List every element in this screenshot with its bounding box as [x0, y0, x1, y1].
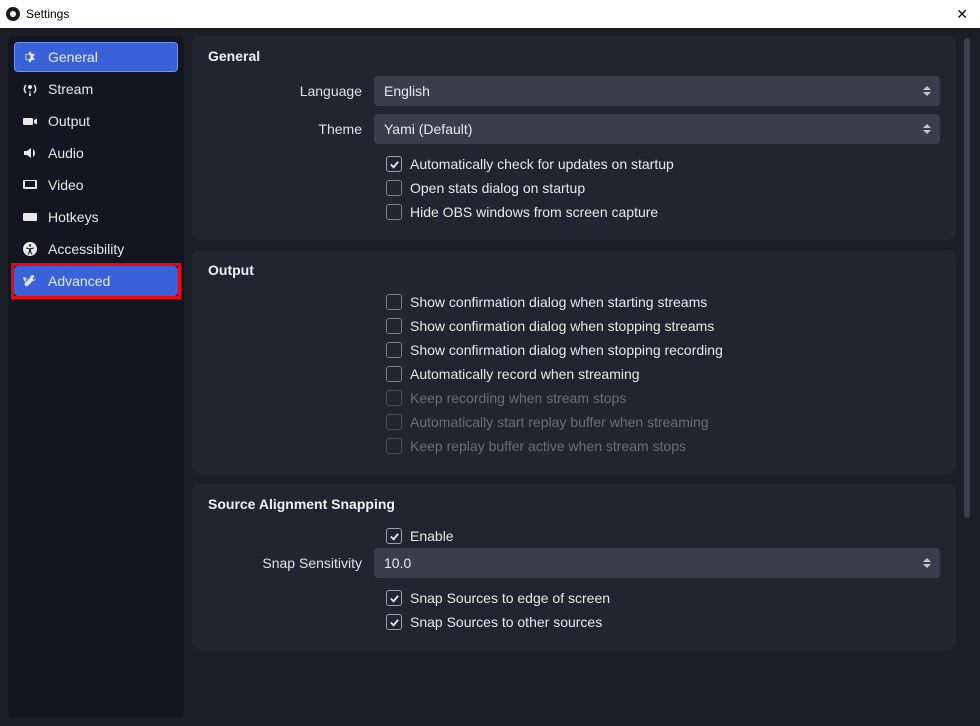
sidebar-item-hotkeys[interactable]: Hotkeys — [14, 202, 178, 232]
sidebar-item-output[interactable]: Output — [14, 106, 178, 136]
snap-enable-label: Enable — [410, 528, 454, 544]
sidebar-item-label: Accessibility — [48, 241, 124, 257]
updown-icon — [918, 558, 936, 568]
checkbox-check-updates[interactable] — [386, 156, 402, 172]
checkbox-snap-other[interactable] — [386, 614, 402, 630]
confirm-stop-recording-label: Show confirmation dialog when stopping r… — [410, 342, 723, 358]
keep-replay-label: Keep replay buffer active when stream st… — [410, 438, 686, 454]
panel-title-snapping: Source Alignment Snapping — [208, 496, 940, 512]
open-stats-row[interactable]: Open stats dialog on startup — [386, 176, 940, 200]
check-updates-label: Automatically check for updates on start… — [410, 156, 674, 172]
snap-sensitivity-value: 10.0 — [384, 555, 411, 571]
auto-replay-row: Automatically start replay buffer when s… — [386, 410, 940, 434]
accessibility-icon — [22, 241, 38, 257]
sidebar-item-label: Hotkeys — [48, 209, 99, 225]
snap-sensitivity-label: Snap Sensitivity — [208, 555, 374, 571]
sidebar-item-audio[interactable]: Audio — [14, 138, 178, 168]
sidebar-item-label: Output — [48, 113, 90, 129]
hide-windows-label: Hide OBS windows from screen capture — [410, 204, 658, 220]
theme-select[interactable]: Yami (Default) — [374, 114, 940, 144]
sidebar-item-stream[interactable]: Stream — [14, 74, 178, 104]
antenna-icon — [22, 81, 38, 97]
scrollbar[interactable] — [962, 38, 972, 716]
sidebar: General Stream Output Audio Video — [8, 36, 184, 718]
snap-other-row[interactable]: Snap Sources to other sources — [386, 610, 940, 634]
titlebar: Settings ✕ — [0, 0, 980, 28]
snap-other-label: Snap Sources to other sources — [410, 614, 602, 630]
theme-label: Theme — [208, 121, 374, 137]
sidebar-item-label: Video — [48, 177, 84, 193]
monitor-icon — [22, 177, 38, 193]
snap-enable-row[interactable]: Enable — [386, 524, 940, 548]
confirm-start-stream-label: Show confirmation dialog when starting s… — [410, 294, 707, 310]
open-stats-label: Open stats dialog on startup — [410, 180, 585, 196]
checkbox-snap-edge[interactable] — [386, 590, 402, 606]
hide-windows-row[interactable]: Hide OBS windows from screen capture — [386, 200, 940, 224]
content-area: General Language English Theme Yami — [192, 36, 972, 718]
checkbox-hide-windows[interactable] — [386, 204, 402, 220]
sidebar-item-accessibility[interactable]: Accessibility — [14, 234, 178, 264]
language-label: Language — [208, 83, 374, 99]
sidebar-item-label: Advanced — [48, 273, 110, 289]
sidebar-item-video[interactable]: Video — [14, 170, 178, 200]
close-icon[interactable]: ✕ — [950, 6, 974, 23]
panel-output: Output Show confirmation dialog when sta… — [192, 250, 956, 474]
sidebar-item-label: Audio — [48, 145, 84, 161]
language-select[interactable]: English — [374, 76, 940, 106]
updown-icon — [918, 86, 936, 96]
checkbox-confirm-stop-stream[interactable] — [386, 318, 402, 334]
confirm-stop-stream-label: Show confirmation dialog when stopping s… — [410, 318, 714, 334]
snap-sensitivity-input[interactable]: 10.0 — [374, 548, 940, 578]
checkbox-keep-recording — [386, 390, 402, 406]
panel-title-general: General — [208, 48, 940, 64]
panel-snapping: Source Alignment Snapping Enable Snap Se… — [192, 484, 956, 650]
auto-record-label: Automatically record when streaming — [410, 366, 640, 382]
auto-replay-label: Automatically start replay buffer when s… — [410, 414, 709, 430]
gear-icon — [22, 49, 38, 65]
updown-icon — [918, 124, 936, 134]
keep-recording-label: Keep recording when stream stops — [410, 390, 626, 406]
check-updates-row[interactable]: Automatically check for updates on start… — [386, 152, 940, 176]
sidebar-item-label: General — [48, 49, 98, 65]
sidebar-item-label: Stream — [48, 81, 93, 97]
snap-edge-label: Snap Sources to edge of screen — [410, 590, 610, 606]
confirm-start-stream-row[interactable]: Show confirmation dialog when starting s… — [386, 290, 940, 314]
confirm-stop-recording-row[interactable]: Show confirmation dialog when stopping r… — [386, 338, 940, 362]
window-title: Settings — [26, 7, 69, 21]
language-value: English — [384, 83, 430, 99]
checkbox-confirm-start-stream[interactable] — [386, 294, 402, 310]
confirm-stop-stream-row[interactable]: Show confirmation dialog when stopping s… — [386, 314, 940, 338]
app-icon — [6, 7, 20, 21]
keyboard-icon — [22, 209, 38, 225]
auto-record-row[interactable]: Automatically record when streaming — [386, 362, 940, 386]
scrollbar-thumb[interactable] — [964, 38, 970, 518]
keep-replay-row: Keep replay buffer active when stream st… — [386, 434, 940, 458]
checkbox-auto-record[interactable] — [386, 366, 402, 382]
theme-value: Yami (Default) — [384, 121, 472, 137]
checkbox-keep-replay — [386, 438, 402, 454]
checkbox-open-stats[interactable] — [386, 180, 402, 196]
sidebar-item-general[interactable]: General — [14, 42, 178, 72]
panel-general: General Language English Theme Yami — [192, 36, 956, 240]
checkbox-confirm-stop-recording[interactable] — [386, 342, 402, 358]
snap-edge-row[interactable]: Snap Sources to edge of screen — [386, 586, 940, 610]
checkbox-auto-replay — [386, 414, 402, 430]
keep-recording-row: Keep recording when stream stops — [386, 386, 940, 410]
sidebar-item-advanced[interactable]: Advanced — [14, 266, 178, 296]
panel-title-output: Output — [208, 262, 940, 278]
speaker-icon — [22, 145, 38, 161]
camcorder-icon — [22, 113, 38, 129]
checkbox-snap-enable[interactable] — [386, 528, 402, 544]
tools-icon — [22, 273, 38, 289]
window-body: General Stream Output Audio Video — [0, 28, 980, 726]
